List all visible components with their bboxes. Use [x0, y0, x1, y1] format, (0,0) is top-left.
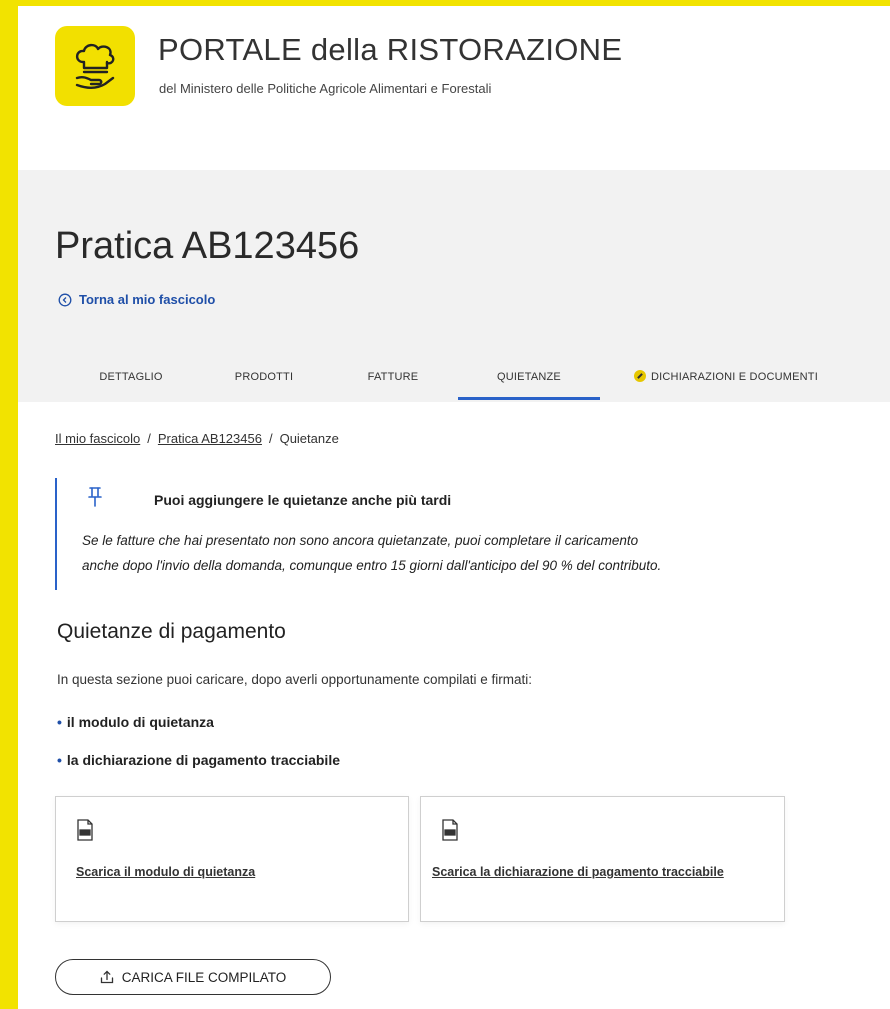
tab-label: DICHIARAZIONI E DOCUMENTI [651, 371, 818, 383]
breadcrumb-separator: / [147, 431, 151, 446]
pdf-file-icon [77, 819, 93, 841]
back-link-label: Torna al mio fascicolo [79, 292, 216, 307]
info-callout: Puoi aggiungere le quietanze anche più t… [55, 478, 817, 590]
site-header: PORTALE della RISTORAZIONE del Ministero… [18, 6, 890, 170]
pdf-file-icon [442, 819, 458, 841]
bullet-dot: • [57, 714, 62, 730]
download-card-modulo: Scarica il modulo di quietanza [55, 796, 409, 922]
upload-button-label: CARICA FILE COMPILATO [121, 969, 287, 985]
list-item: • la dichiarazione di pagamento tracciabi… [57, 747, 340, 785]
list-item-text: la dichiarazione di pagamento tracciabil… [66, 752, 340, 768]
download-dichiarazione-link[interactable]: Scarica la dichiarazione di pagamento tr… [432, 865, 724, 879]
portal-subtitle: del Ministero delle Politiche Agricole A… [159, 81, 492, 96]
tab-prodotti[interactable]: PRODOTTI [214, 360, 314, 400]
breadcrumb-current: Quietanze [279, 431, 339, 446]
callout-body-line: Se le fatture che hai presentato non son… [82, 533, 639, 548]
tab-fatture[interactable]: FATTURE [348, 360, 438, 400]
page: PORTALE della RISTORAZIONE del Ministero… [18, 6, 890, 1009]
tab-label: FATTURE [367, 371, 419, 383]
portal-title: PORTALE della RISTORAZIONE [158, 32, 623, 67]
bullet-dot: • [57, 752, 62, 768]
pencil-badge-icon [634, 370, 647, 382]
section-title: Quietanze di pagamento [57, 620, 286, 643]
breadcrumb-link-pratica[interactable]: Pratica AB123456 [158, 431, 262, 446]
breadcrumb-separator: / [268, 431, 273, 446]
list-item-text: il modulo di quietanza [66, 714, 214, 730]
tab-dichiarazioni-documenti[interactable]: DICHIARAZIONI E DOCUMENTI [606, 360, 846, 400]
tab-dettaglio[interactable]: DETTAGLIO [76, 360, 186, 400]
tab-label: DETTAGLIO [99, 371, 163, 383]
back-to-dossier-link[interactable]: Torna al mio fascicolo [58, 292, 215, 307]
callout-title: Puoi aggiungere le quietanze anche più t… [154, 492, 452, 508]
upload-completed-file-button[interactable]: CARICA FILE COMPILATO [55, 959, 331, 995]
tab-label: QUIETANZE [497, 371, 561, 383]
page-title: Pratica AB123456 [55, 225, 360, 267]
breadcrumb-link-fascicolo[interactable]: Il mio fascicolo [55, 431, 140, 446]
tab-label: PRODOTTI [234, 371, 294, 383]
callout-body-line: anche dopo l'invio della domanda, comunq… [82, 558, 662, 573]
back-arrow-icon [58, 293, 72, 306]
download-card-dichiarazione: Scarica la dichiarazione di pagamento tr… [420, 796, 785, 922]
chef-hat-logo-icon[interactable] [55, 26, 135, 106]
list-item: • il modulo di quietanza [57, 709, 340, 747]
tab-quietanze[interactable]: QUIETANZE [458, 360, 600, 400]
upload-icon [100, 970, 113, 984]
callout-body: Se le fatture che hai presentato non son… [82, 528, 802, 578]
download-modulo-quietanza-link[interactable]: Scarica il modulo di quietanza [76, 865, 255, 879]
section-intro: In questa sezione puoi caricare, dopo av… [57, 672, 533, 687]
page-header-band: Pratica AB123456 Torna al mio fascicolo … [18, 170, 890, 402]
tab-bar: DETTAGLIO PRODOTTI FATTURE QUIETANZE DIC… [18, 360, 890, 402]
breadcrumb: Il mio fascicolo / Pratica AB123456 / Quieta… [55, 431, 339, 446]
pin-icon [88, 487, 102, 507]
requirements-list: • il modulo di quietanza • la dichiarazion… [57, 709, 340, 785]
